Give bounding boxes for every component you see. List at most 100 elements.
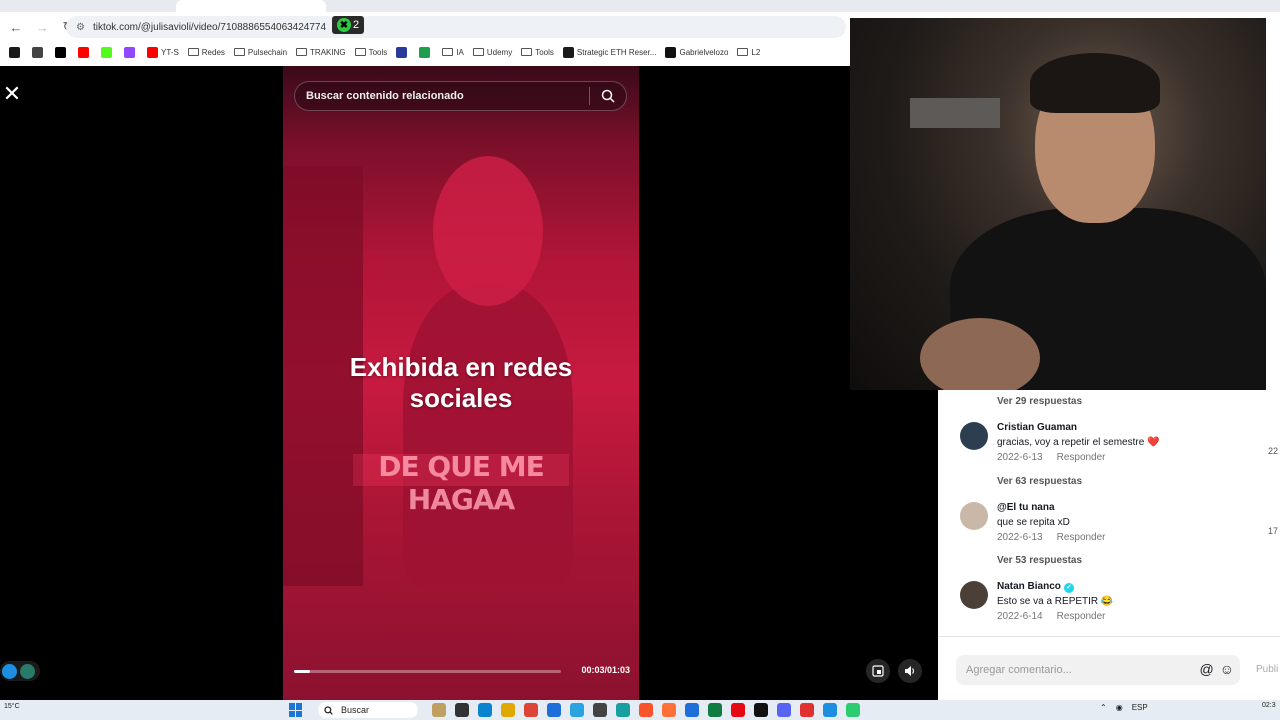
taskbar-app-icon[interactable] bbox=[846, 703, 860, 717]
folder-icon bbox=[354, 48, 366, 56]
taskbar-app-icon[interactable] bbox=[639, 703, 653, 717]
bookmark-item[interactable] bbox=[124, 46, 138, 58]
bookmark-item[interactable]: Strategic ETH Reser... bbox=[562, 46, 656, 58]
video-progress-fill bbox=[294, 670, 311, 673]
folder-icon bbox=[737, 48, 749, 56]
clock[interactable]: 02:3 bbox=[1262, 702, 1276, 710]
taskbar-app-icon[interactable] bbox=[593, 703, 607, 717]
taskbar-app-icon[interactable] bbox=[455, 703, 469, 717]
related-search-input[interactable]: Buscar contenido relacionado bbox=[294, 81, 627, 111]
bookmark-item[interactable]: Gabrielvelozo bbox=[665, 46, 728, 58]
bookmark-label: TRAKING bbox=[310, 47, 346, 57]
video-subcaption: DE QUE ME HAGAA bbox=[378, 450, 545, 516]
comment-author[interactable]: Natan Bianco ✓ bbox=[997, 581, 1074, 593]
bookmark-item[interactable] bbox=[419, 46, 433, 58]
bookmark-label: Redes bbox=[201, 47, 225, 57]
pip-icon[interactable] bbox=[866, 659, 890, 683]
video-bg-shape bbox=[433, 156, 543, 306]
reply-button[interactable]: Responder bbox=[1057, 611, 1106, 622]
extension-badge[interactable]: ✖ 2 bbox=[332, 16, 364, 34]
floating-widget[interactable] bbox=[0, 661, 40, 681]
avatar[interactable] bbox=[960, 581, 988, 609]
mention-icon[interactable]: @ bbox=[1199, 661, 1213, 677]
taskbar-app-icon[interactable] bbox=[754, 703, 768, 717]
comments-panel: Ver 29 respuestas Cristian Guaman gracias,… bbox=[938, 390, 1280, 636]
webcam-shape bbox=[910, 98, 1000, 128]
bookmark-item[interactable]: IA bbox=[442, 48, 464, 57]
bookmark-item[interactable] bbox=[78, 46, 92, 58]
taskbar-app-icon[interactable] bbox=[777, 703, 791, 717]
search-icon[interactable] bbox=[590, 89, 626, 103]
folder-icon bbox=[296, 48, 308, 56]
bookmark-item[interactable]: Udemy bbox=[472, 47, 513, 57]
bookmark-item[interactable]: YT-S bbox=[147, 46, 179, 58]
video-progress-bar[interactable] bbox=[294, 670, 561, 673]
twitch-icon bbox=[124, 46, 135, 58]
comment-date: 2022-6-14 bbox=[997, 611, 1043, 622]
bookmark-item[interactable] bbox=[101, 46, 115, 58]
bookmark-label: L2 bbox=[751, 47, 761, 57]
avatar[interactable] bbox=[960, 502, 988, 530]
comment-author[interactable]: @El tu nana bbox=[997, 502, 1055, 513]
post-button[interactable]: Publi bbox=[1256, 664, 1278, 675]
bookmark-item[interactable] bbox=[32, 46, 46, 58]
taskbar-app-icon[interactable] bbox=[685, 703, 699, 717]
back-icon[interactable]: ← bbox=[6, 17, 26, 37]
emoji-icon[interactable]: ☺ bbox=[1220, 661, 1234, 677]
taskbar-app-icon[interactable] bbox=[432, 703, 446, 717]
address-bar[interactable]: ⚙ tiktok.com/@julisavioli/video/71088865… bbox=[66, 16, 846, 38]
verified-icon: ✓ bbox=[1063, 583, 1074, 593]
bookmark-label: Udemy bbox=[486, 47, 513, 57]
taskbar-app-icon[interactable] bbox=[524, 703, 538, 717]
taskbar-app-icon[interactable] bbox=[570, 703, 584, 717]
reply-button[interactable]: Responder bbox=[1057, 452, 1106, 463]
close-icon[interactable]: ✕ bbox=[0, 81, 24, 106]
view-replies-link[interactable]: Ver 29 respuestas bbox=[997, 396, 1082, 407]
taskbar-app-icon[interactable] bbox=[478, 703, 492, 717]
taskbar-app-icon[interactable] bbox=[708, 703, 722, 717]
taskbar-app-icon[interactable] bbox=[616, 703, 630, 717]
comment-author[interactable]: Cristian Guaman bbox=[997, 422, 1077, 433]
weather-widget[interactable]: 15°C bbox=[4, 703, 20, 710]
bookmark-item[interactable] bbox=[55, 46, 69, 58]
bookmark-item[interactable]: Redes bbox=[187, 47, 225, 57]
bookmark-item[interactable]: Tools bbox=[354, 48, 387, 57]
taskbar-app-icon[interactable] bbox=[800, 703, 814, 717]
site-info-icon[interactable]: ⚙ bbox=[76, 22, 85, 33]
bookmark-item[interactable] bbox=[9, 46, 23, 58]
widget-icon bbox=[2, 663, 17, 679]
like-count: 22 bbox=[1268, 446, 1279, 456]
comment-meta: 2022-6-13 Responder bbox=[997, 532, 1120, 543]
chevron-up-icon[interactable]: ⌃ bbox=[1100, 703, 1107, 712]
reply-button[interactable]: Responder bbox=[1057, 532, 1106, 543]
eth-icon bbox=[562, 46, 574, 58]
comment-author-name: Cristian Guaman bbox=[997, 422, 1078, 433]
taskbar-app-icon[interactable] bbox=[501, 703, 515, 717]
bookmark-item[interactable]: L2 bbox=[737, 48, 760, 57]
taskbar-app-icon[interactable] bbox=[823, 703, 837, 717]
network-icon[interactable]: ◉ bbox=[1116, 703, 1123, 712]
taskbar-app-icon[interactable] bbox=[662, 703, 676, 717]
bookmark-item[interactable] bbox=[396, 46, 410, 58]
taskbar-app-icon[interactable] bbox=[731, 703, 745, 717]
folder-icon bbox=[442, 48, 454, 56]
taskbar-app-icon[interactable] bbox=[547, 703, 561, 717]
tab-active[interactable] bbox=[176, 0, 326, 12]
comment-input[interactable]: Agregar comentario... @ ☺ bbox=[956, 655, 1240, 685]
volume-icon[interactable] bbox=[898, 659, 922, 683]
windows-start-icon[interactable] bbox=[289, 703, 303, 717]
bookmark-item[interactable]: Tools bbox=[521, 48, 554, 57]
comment-text: gracias, voy a repetir el semestre ❤️ bbox=[997, 437, 1160, 448]
taskbar-apps bbox=[432, 703, 860, 717]
comment-date: 2022-6-13 bbox=[997, 452, 1043, 463]
bookmark-item[interactable]: Pulsechain bbox=[233, 48, 287, 57]
taskbar-search[interactable]: Buscar bbox=[318, 702, 418, 718]
forward-icon[interactable]: → bbox=[32, 17, 52, 37]
lang-indicator[interactable]: ESP bbox=[1132, 703, 1148, 712]
bookmark-item[interactable]: TRAKING bbox=[296, 48, 346, 57]
sheets-icon bbox=[419, 46, 431, 58]
avatar[interactable] bbox=[960, 422, 988, 450]
github-icon bbox=[665, 46, 677, 58]
view-replies-link[interactable]: Ver 63 respuestas bbox=[997, 476, 1082, 487]
view-replies-link[interactable]: Ver 53 respuestas bbox=[997, 555, 1082, 566]
